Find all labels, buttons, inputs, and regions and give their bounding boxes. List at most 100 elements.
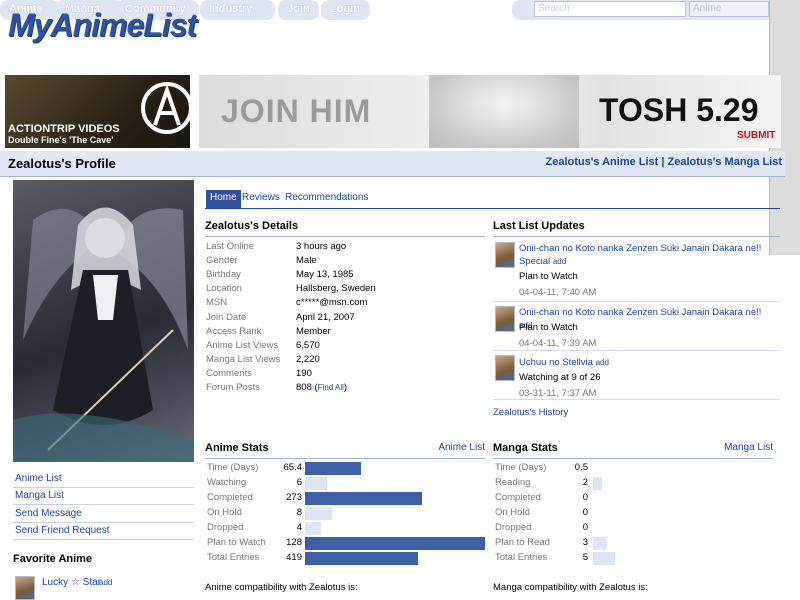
link-separator: | (661, 156, 665, 168)
sidebar-link-send-message[interactable]: Send Message (13, 506, 194, 523)
favorite-anime-title[interactable]: Lucky ☆ Star (42, 577, 101, 588)
ad-left-title: ACTIONTRIP VIDEOS (8, 123, 120, 135)
find-all-link[interactable]: Find All (318, 383, 344, 392)
manga-stat-bar-fill (593, 537, 607, 550)
anime-stat-bar (305, 522, 321, 535)
update-add-link[interactable]: add (596, 358, 609, 367)
detail-row: Forum Posts 808 (Find All) (205, 381, 485, 395)
update-add-link[interactable]: add (553, 257, 566, 266)
detail-row: Location Hallsberg, Sweden (205, 282, 485, 296)
manga-stat-bar-fill (593, 477, 602, 490)
anime-stat-bar-fill (305, 492, 422, 505)
ad-banner-right[interactable]: JOIN HIM TOSH 5.29 SUBMIT (199, 75, 781, 148)
anime-stat-row: Watching 6 (205, 476, 485, 491)
manga-stat-value: 0 (582, 492, 588, 503)
detail-value: 190 (296, 367, 312, 380)
manga-stats-list-link[interactable]: Manga List (724, 440, 773, 456)
find-all-close-paren: ) (343, 382, 348, 393)
ad-submit-button[interactable]: SUBMIT (737, 130, 775, 141)
anime-stat-value: 273 (286, 492, 302, 503)
manga-stat-label: Reading (495, 477, 531, 488)
manga-list-link[interactable]: Zealotus's Manga List (668, 156, 782, 168)
detail-value: 3 hours ago (296, 240, 346, 253)
update-item: Onii-chan no Koto nanka Zenzen Suki Jana… (493, 240, 780, 302)
anime-stat-value: 6 (296, 477, 302, 488)
manga-stat-value: 2 (582, 477, 588, 488)
anime-stat-row: Dropped 4 (205, 521, 485, 536)
anime-stats-list-link[interactable]: Anime List (438, 440, 485, 456)
anime-stat-row: On Hold 8 (205, 506, 485, 521)
search-input[interactable]: Search (534, 1, 686, 17)
detail-value-text: Member (296, 325, 331, 337)
detail-label: Anime List Views (206, 339, 279, 351)
sidebar-link-anime-list[interactable]: Anime List (13, 471, 194, 488)
profile-header: Zealotus's Profile Zealotus's Anime List… (0, 151, 785, 177)
nav-tab-join[interactable]: Join (278, 0, 319, 20)
anime-stat-bar (305, 537, 485, 550)
anime-stat-value: 8 (296, 507, 302, 518)
anime-stat-bar (305, 462, 361, 475)
detail-value-text: c*****@msn.com (296, 297, 368, 309)
detail-label: MSN (206, 297, 228, 309)
anime-stat-value: 419 (286, 552, 302, 563)
update-thumbnail[interactable] (495, 355, 515, 381)
nav-tab-industry[interactable]: Industry (200, 0, 275, 20)
anime-stat-label: Total Entries (207, 552, 260, 563)
detail-value: 6,570 (296, 339, 320, 352)
detail-label: Manga List Views (206, 353, 281, 365)
update-thumbnail[interactable] (495, 306, 515, 332)
detail-row: MSN c*****@msn.com (205, 296, 485, 310)
update-title-link[interactable]: Uchuu no Stellvia (519, 357, 593, 368)
manga-stat-row: Total Entries 5 (493, 551, 773, 566)
update-title-link[interactable]: Onii-chan no Koto nanka Zenzen Suki Jana… (519, 307, 761, 318)
sidebar-link-send-friend-request[interactable]: Send Friend Request (13, 523, 194, 540)
anime-stats-heading-text: Anime Stats (205, 442, 269, 454)
anime-stat-label: Time (Days) (207, 462, 259, 473)
detail-row: Gender Male (205, 254, 485, 268)
ad-left-subtitle: Double Fine's 'The Cave' (8, 135, 114, 145)
favorite-anime-add[interactable]: add (99, 578, 112, 587)
last-updates-heading: Last List Updates (493, 218, 780, 237)
update-status: Plan to Watch (519, 322, 578, 333)
manga-stat-value: 0 (582, 507, 588, 518)
anime-stat-label: Completed (207, 492, 253, 503)
update-thumbnail[interactable] (495, 242, 515, 268)
detail-value-text: April 21, 2007 (296, 311, 355, 323)
favorite-anime-thumbnail[interactable] (15, 576, 35, 600)
update-item: Uchuu no Stellvia add Watching at 9 of 2… (493, 352, 780, 400)
detail-row: Access Rank Member (205, 325, 485, 339)
update-title: Uchuu no Stellvia add (519, 356, 777, 369)
anime-stat-bar (305, 477, 327, 490)
manga-stat-bar (593, 552, 615, 565)
search-type-select[interactable]: Anime (689, 1, 769, 17)
manga-stat-row: Reading 2 (493, 476, 773, 491)
anime-list-link[interactable]: Zealotus's Anime List (545, 156, 658, 168)
site-logo[interactable]: MyAnimeList (8, 7, 197, 43)
detail-value: Male (296, 254, 317, 267)
detail-value-text: 2,220 (296, 353, 320, 365)
anime-stat-label: On Hold (207, 507, 242, 518)
manga-stat-value: 5 (582, 552, 588, 563)
manga-stat-row: Dropped 0 (493, 521, 773, 536)
detail-row: Join Date April 21, 2007 (205, 311, 485, 325)
history-link[interactable]: Zealotus's History (493, 407, 568, 418)
anime-stats-heading: Anime Stats Anime List (205, 440, 485, 459)
anime-stat-bar-fill (305, 462, 361, 475)
manga-stat-label: Dropped (495, 522, 532, 533)
nav-tab-login[interactable]: Login (321, 0, 370, 20)
manga-stat-bar-fill (593, 552, 615, 565)
manga-compatibility-text: Manga compatibility with Zealotus is: (493, 582, 648, 593)
tab-recommendations[interactable]: Recommendations (281, 190, 372, 208)
last-updates-heading-text: Last List Updates (493, 220, 585, 232)
manga-stat-label: On Hold (495, 507, 530, 518)
sidebar-link-manga-list[interactable]: Manga List (13, 488, 194, 505)
anime-stat-bar-fill (305, 507, 332, 520)
manga-stat-label: Completed (495, 492, 541, 503)
ad-banner-left[interactable]: ACTIONTRIP VIDEOS Double Fine's 'The Cav… (5, 75, 190, 148)
manga-stat-bar (593, 477, 602, 490)
tab-home[interactable]: Home (206, 190, 241, 208)
header-list-links: Zealotus's Anime List | Zealotus's Manga… (545, 156, 782, 168)
update-status: Plan to Watch (519, 271, 578, 282)
tab-reviews[interactable]: Reviews (238, 190, 284, 208)
detail-value: Hallsberg, Sweden (296, 282, 376, 295)
